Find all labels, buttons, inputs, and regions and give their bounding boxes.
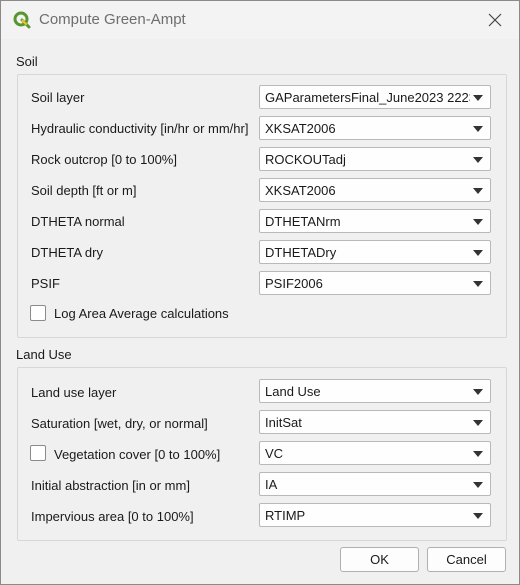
hydraulic-conductivity-label: Hydraulic conductivity [in/hr or mm/hr]: [31, 121, 249, 136]
impervious-area-label: Impervious area [0 to 100%]: [31, 509, 194, 524]
dtheta-normal-label: DTHETA normal: [31, 214, 125, 229]
land-use-layer-label: Land use layer: [31, 385, 117, 400]
saturation-label: Saturation [wet, dry, or normal]: [31, 416, 208, 431]
dtheta-dry-combo[interactable]: DTHETADry: [259, 240, 491, 264]
saturation-combo[interactable]: InitSat: [259, 410, 491, 434]
close-icon: [488, 13, 502, 27]
chevron-down-icon: [473, 281, 483, 287]
chevron-down-icon: [473, 451, 483, 457]
chevron-down-icon: [473, 513, 483, 519]
chevron-down-icon: [473, 95, 483, 101]
combo-value: RTIMP: [265, 508, 306, 523]
chevron-down-icon: [473, 219, 483, 225]
log-area-average-label: Log Area Average calculations: [54, 306, 229, 321]
combo-value: DTHETADry: [265, 245, 337, 260]
combo-value: XKSAT2006: [265, 183, 336, 198]
psif-combo[interactable]: PSIF2006: [259, 271, 491, 295]
title-bar: Compute Green-Ampt: [1, 1, 519, 39]
combo-value: VC: [265, 446, 284, 461]
chevron-down-icon: [473, 420, 483, 426]
impervious-area-combo[interactable]: RTIMP: [259, 503, 491, 527]
rock-outcrop-combo[interactable]: ROCKOUTadj: [259, 147, 491, 171]
vegetation-cover-label: Vegetation cover [0 to 100%]: [54, 447, 221, 462]
soil-depth-combo[interactable]: XKSAT2006: [259, 178, 491, 202]
initial-abstraction-combo[interactable]: IA: [259, 472, 491, 496]
combo-value: Land Use: [265, 384, 321, 399]
chevron-down-icon: [473, 126, 483, 132]
soil-depth-label: Soil depth [ft or m]: [31, 183, 137, 198]
dtheta-dry-label: DTHETA dry: [31, 245, 103, 260]
combo-value: IA: [265, 477, 278, 492]
close-button[interactable]: [475, 5, 515, 35]
rock-outcrop-label: Rock outcrop [0 to 100%]: [31, 152, 177, 167]
dialog-window: Compute Green-Ampt Soil Soil layer GAPar…: [0, 0, 520, 585]
land-use-section-title: Land Use: [16, 347, 72, 362]
combo-value: XKSAT2006: [265, 121, 336, 136]
combo-value: GAParametersFinal_June2023 2223: [265, 90, 470, 105]
soil-groupbox: Soil layer GAParametersFinal_June2023 22…: [17, 74, 507, 338]
vegetation-cover-combo[interactable]: VC: [259, 441, 491, 465]
chevron-down-icon: [473, 482, 483, 488]
dtheta-normal-combo[interactable]: DTHETANrm: [259, 209, 491, 233]
soil-layer-combo[interactable]: GAParametersFinal_June2023 2223: [259, 85, 491, 109]
ok-button[interactable]: OK: [340, 547, 419, 572]
land-use-layer-combo[interactable]: Land Use: [259, 379, 491, 403]
qgis-logo-icon: [13, 11, 31, 29]
window-title: Compute Green-Ampt: [39, 11, 186, 28]
soil-layer-label: Soil layer: [31, 90, 85, 105]
chevron-down-icon: [473, 389, 483, 395]
chevron-down-icon: [473, 250, 483, 256]
chevron-down-icon: [473, 157, 483, 163]
combo-value: ROCKOUTadj: [265, 152, 346, 167]
soil-section-title: Soil: [16, 54, 38, 69]
combo-value: PSIF2006: [265, 276, 323, 291]
combo-value: DTHETANrm: [265, 214, 341, 229]
hydraulic-conductivity-combo[interactable]: XKSAT2006: [259, 116, 491, 140]
chevron-down-icon: [473, 188, 483, 194]
log-area-average-checkbox[interactable]: [30, 305, 46, 321]
vegetation-cover-checkbox[interactable]: [30, 445, 46, 461]
cancel-button[interactable]: Cancel: [427, 547, 506, 572]
land-use-groupbox: Land use layer Land Use Saturation [wet,…: [17, 367, 507, 541]
initial-abstraction-label: Initial abstraction [in or mm]: [31, 478, 190, 493]
psif-label: PSIF: [31, 276, 60, 291]
combo-value: InitSat: [265, 415, 302, 430]
